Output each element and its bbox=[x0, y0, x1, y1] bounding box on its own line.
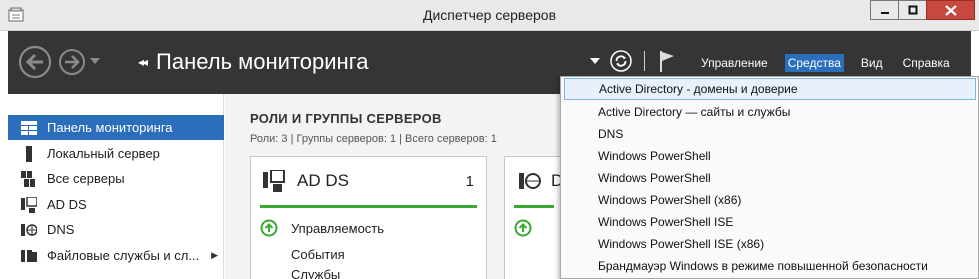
menu-item-powershell-ise[interactable]: Windows PowerShell ISE bbox=[564, 211, 976, 233]
card-title: AD DS bbox=[297, 171, 349, 190]
menu-item-powershell-x86[interactable]: Windows PowerShell (x86) bbox=[564, 189, 976, 211]
menu-item-powershell[interactable]: Windows PowerShell bbox=[564, 145, 976, 167]
dns-icon bbox=[21, 222, 37, 238]
menu-item-powershell-ise-x86[interactable]: Windows PowerShell ISE (x86) bbox=[564, 233, 976, 255]
menu-item-ad-domains-trusts[interactable]: Active Directory - домены и доверие bbox=[564, 78, 976, 100]
card-row-label: События bbox=[291, 246, 345, 262]
sidebar-item-file-services[interactable]: Файловые службы и сл... ▶ bbox=[8, 243, 224, 268]
back-button[interactable] bbox=[18, 45, 52, 79]
minimize-button[interactable] bbox=[870, 0, 898, 20]
card-row-services[interactable]: Службы bbox=[260, 267, 340, 279]
notifications-flag-icon[interactable] bbox=[659, 50, 675, 72]
breadcrumb-chevron-icon: ◂◂ bbox=[138, 55, 148, 69]
window-title: Диспетчер серверов bbox=[422, 7, 557, 23]
card-header: D bbox=[505, 157, 563, 203]
section-title: РОЛИ И ГРУППЫ СЕРВЕРОВ bbox=[250, 111, 442, 126]
dropdown-arrow-icon[interactable] bbox=[590, 58, 600, 64]
sidebar-item-all-servers[interactable]: Все серверы bbox=[8, 166, 224, 191]
menu-tools[interactable]: Средства bbox=[784, 54, 844, 72]
header-divider bbox=[644, 51, 645, 71]
menu-item-ad-sites-services[interactable]: Active Directory — сайты и службы bbox=[564, 101, 976, 123]
menu-item-dns[interactable]: DNS bbox=[564, 123, 976, 145]
card-row-manageability[interactable] bbox=[514, 216, 545, 240]
dashboard-icon bbox=[21, 120, 37, 136]
card-row-label: Управляемость bbox=[291, 220, 385, 236]
sidebar-item-dns[interactable]: DNS bbox=[8, 217, 224, 242]
sidebar: Панель мониторинга Локальный сервер Все … bbox=[8, 94, 224, 279]
ad-ds-icon bbox=[263, 170, 285, 192]
card-row-manageability[interactable]: Управляемость bbox=[260, 216, 384, 240]
local-server-icon bbox=[21, 145, 37, 162]
status-ok-icon bbox=[514, 219, 532, 237]
menu-item-powershell-2[interactable]: Windows PowerShell bbox=[564, 167, 976, 189]
all-servers-icon bbox=[21, 170, 37, 187]
card-count: 1 bbox=[465, 173, 474, 190]
menu-help[interactable]: Справка bbox=[900, 54, 953, 72]
forward-button[interactable] bbox=[58, 48, 86, 76]
refresh-icon[interactable] bbox=[610, 50, 632, 72]
history-dropdown-icon[interactable] bbox=[90, 58, 100, 64]
role-card-dns[interactable]: D bbox=[504, 156, 564, 279]
sidebar-item-label: Панель мониторинга bbox=[47, 120, 173, 135]
section-subtitle: Роли: 3 | Группы серверов: 1 | Всего сер… bbox=[250, 133, 497, 145]
card-header: AD DS 1 bbox=[251, 157, 486, 203]
tools-dropdown-menu: Active Directory - домены и доверие Acti… bbox=[560, 76, 979, 279]
sidebar-item-label: Файловые службы и сл... bbox=[47, 248, 200, 263]
status-bar bbox=[260, 205, 477, 208]
submenu-arrow-icon[interactable]: ▶ bbox=[211, 250, 218, 261]
sidebar-item-label: Локальный сервер bbox=[47, 146, 160, 161]
minimize-icon bbox=[880, 12, 889, 14]
ad-ds-icon bbox=[21, 196, 37, 213]
menu-manage[interactable]: Управление bbox=[698, 54, 771, 72]
close-button[interactable] bbox=[926, 0, 975, 20]
menu-item-windows-firewall[interactable]: Брандмауэр Windows в режиме повышенной б… bbox=[564, 255, 976, 277]
sidebar-item-label: DNS bbox=[47, 222, 75, 237]
sidebar-item-label: AD DS bbox=[47, 197, 87, 212]
file-services-icon bbox=[21, 248, 37, 264]
sidebar-item-dashboard[interactable]: Панель мониторинга bbox=[8, 115, 224, 140]
sidebar-item-label: Все серверы bbox=[47, 171, 125, 186]
maximize-icon bbox=[908, 5, 917, 15]
dns-icon bbox=[519, 173, 541, 189]
close-icon bbox=[944, 4, 957, 16]
header-menu: Управление Средства Вид Справка bbox=[698, 54, 967, 72]
role-card-ad-ds[interactable]: AD DS 1 Управляемость События Службы bbox=[250, 156, 487, 279]
sidebar-item-local-server[interactable]: Локальный сервер bbox=[8, 141, 224, 166]
status-ok-icon bbox=[260, 219, 278, 237]
status-bar bbox=[514, 205, 554, 208]
menu-view[interactable]: Вид bbox=[858, 54, 886, 72]
card-row-label: Службы bbox=[291, 267, 341, 279]
sidebar-item-ad-ds[interactable]: AD DS bbox=[8, 192, 224, 217]
page-title: Панель мониторинга bbox=[156, 49, 369, 74]
card-row-events[interactable]: События bbox=[260, 242, 345, 266]
window-titlebar: Диспетчер серверов bbox=[0, 0, 979, 31]
maximize-button[interactable] bbox=[898, 0, 926, 20]
